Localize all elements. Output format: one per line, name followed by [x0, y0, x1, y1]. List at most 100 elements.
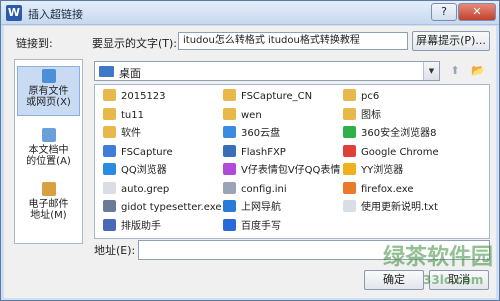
link-item-label-line2: 地址(M)	[30, 210, 67, 221]
ini-file-icon	[223, 181, 236, 194]
folder-icon	[223, 107, 236, 120]
cloud-app-icon	[223, 126, 236, 138]
firefox-icon	[343, 181, 356, 194]
email-icon	[41, 182, 56, 196]
address-label: 地址(E):	[94, 244, 136, 257]
yy-browser-icon	[343, 163, 356, 175]
folder-icon	[343, 89, 356, 101]
file-item[interactable]: 2015123	[103, 89, 166, 105]
link-item-label-line2: 的位置(A)	[26, 156, 71, 167]
file-name: wen	[241, 109, 262, 121]
help-button[interactable]: ?	[431, 3, 457, 21]
file-name: 软件	[121, 128, 141, 139]
baidu-pen-icon	[223, 218, 236, 231]
file-item[interactable]: firefox.exe	[343, 181, 414, 198]
link-item-label-line1: 电子邮件	[28, 199, 69, 210]
file-item[interactable]: tu11	[103, 107, 144, 124]
file-name: FSCapture_CN	[241, 91, 313, 102]
display-text-label: 要显示的文字(T):	[92, 37, 178, 50]
capture-app-icon	[103, 144, 116, 157]
file-name: 排版助手	[121, 220, 161, 232]
file-item[interactable]: gidot typesetter.exe	[103, 200, 221, 216]
watermark-logo: 绿茶软件园	[383, 245, 494, 270]
folder-icon	[103, 126, 116, 138]
watermark-url: 33lc.com	[423, 273, 484, 287]
file-item[interactable]: 360云盘	[223, 126, 280, 142]
folder-icon	[103, 89, 116, 101]
wps-app-icon: W	[6, 5, 22, 21]
file-item[interactable]: FlashFXP	[223, 144, 286, 161]
link-item-label-line1: 原有文件	[28, 86, 69, 97]
folder-icon	[343, 107, 356, 120]
link-item-label-line2: 或网页(X)	[26, 97, 71, 108]
current-location: 桌面	[119, 67, 141, 80]
globe-file-icon	[41, 69, 56, 83]
file-name: FSCapture	[121, 146, 173, 158]
file-item[interactable]: config.ini	[223, 181, 287, 198]
file-name: config.ini	[241, 183, 287, 195]
file-item[interactable]: 上网导航	[223, 200, 281, 216]
up-folder-icon[interactable]: ⬆	[445, 62, 465, 80]
chevron-down-icon[interactable]: ▼	[423, 62, 439, 80]
file-item[interactable]: 百度手写	[223, 218, 281, 235]
file-name: firefox.exe	[361, 183, 414, 195]
file-name: 百度手写	[241, 220, 281, 232]
file-name: FlashFXP	[241, 146, 286, 158]
title-bar: W 插入超链接 ? ✕	[1, 1, 499, 25]
file-item[interactable]: FSCapture	[103, 144, 173, 161]
display-text-input[interactable]: itudou怎么转格式 itudou格式转换教程	[178, 32, 408, 50]
file-item[interactable]: 360安全浏览器8	[343, 126, 436, 142]
link-to-label: 链接到:	[16, 37, 53, 50]
file-name: 2015123	[121, 91, 166, 102]
text-file-icon	[343, 200, 356, 212]
chrome-icon	[343, 144, 356, 157]
file-icon	[103, 181, 116, 194]
file-item[interactable]: V仔表情包V仔QQ表情...	[223, 163, 341, 179]
ok-button[interactable]: 确定	[364, 270, 424, 290]
file-item[interactable]: pc6	[343, 89, 379, 105]
link-email-address[interactable]: 电子邮件 地址(M)	[17, 180, 80, 224]
dialog-title: 插入超链接	[28, 8, 83, 21]
exe-icon	[103, 200, 116, 212]
file-item[interactable]: 使用更新说明.txt	[343, 200, 438, 216]
insert-hyperlink-dialog: W 插入超链接 ? ✕ 链接到: 要显示的文字(T): itudou怎么转格式 …	[0, 0, 500, 301]
file-item[interactable]: Google Chrome	[343, 144, 439, 161]
file-item[interactable]: FSCapture_CN	[223, 89, 312, 105]
file-name: auto.grep	[121, 183, 170, 195]
file-item[interactable]: wen	[223, 107, 262, 124]
look-in-combobox[interactable]: 桌面 ▼	[94, 61, 440, 81]
file-item[interactable]: auto.grep	[103, 181, 170, 198]
screentip-button[interactable]: 屏幕提示(P)...	[412, 31, 490, 51]
document-place-icon	[41, 128, 56, 142]
link-to-bar: 原有文件 或网页(X) 本文档中 的位置(A) 电子邮件 地址(M)	[14, 59, 83, 244]
file-name: tu11	[121, 109, 144, 121]
close-button[interactable]: ✕	[458, 3, 496, 21]
file-name: V仔表情包V仔QQ表情...	[241, 165, 341, 176]
link-item-label-line1: 本文档中	[28, 145, 69, 156]
file-item[interactable]: YY浏览器	[343, 163, 403, 179]
qq-browser-icon	[103, 163, 116, 175]
file-name: QQ浏览器	[121, 165, 167, 176]
file-name: 图标	[361, 109, 381, 121]
folder-icon	[103, 107, 116, 120]
file-name: 使用更新说明.txt	[361, 202, 438, 213]
file-list: 2015123 FSCapture_CN pc6 tu11 wen 图标软件 360云盘 36…	[94, 84, 490, 239]
file-name: 360云盘	[241, 128, 281, 139]
typeset-app-icon	[103, 218, 116, 231]
file-name: gidot typesetter.exe	[121, 202, 221, 213]
v-app-icon	[223, 163, 236, 175]
file-name: YY浏览器	[361, 165, 404, 176]
file-name: pc6	[361, 91, 380, 102]
file-item[interactable]: QQ浏览器	[103, 163, 167, 179]
file-name: 360安全浏览器8	[361, 128, 437, 139]
link-place-in-document[interactable]: 本文档中 的位置(A)	[17, 126, 80, 170]
file-item[interactable]: 排版助手	[103, 218, 161, 235]
browser-360-icon	[343, 126, 356, 138]
browse-folder-icon[interactable]: 📂	[468, 62, 488, 80]
desktop-folder-icon	[99, 66, 114, 77]
folder-icon	[223, 89, 236, 101]
ftp-app-icon	[223, 144, 236, 157]
file-item[interactable]: 软件	[103, 126, 141, 142]
file-item[interactable]: 图标	[343, 107, 381, 124]
link-existing-file-or-webpage[interactable]: 原有文件 或网页(X)	[17, 66, 80, 116]
